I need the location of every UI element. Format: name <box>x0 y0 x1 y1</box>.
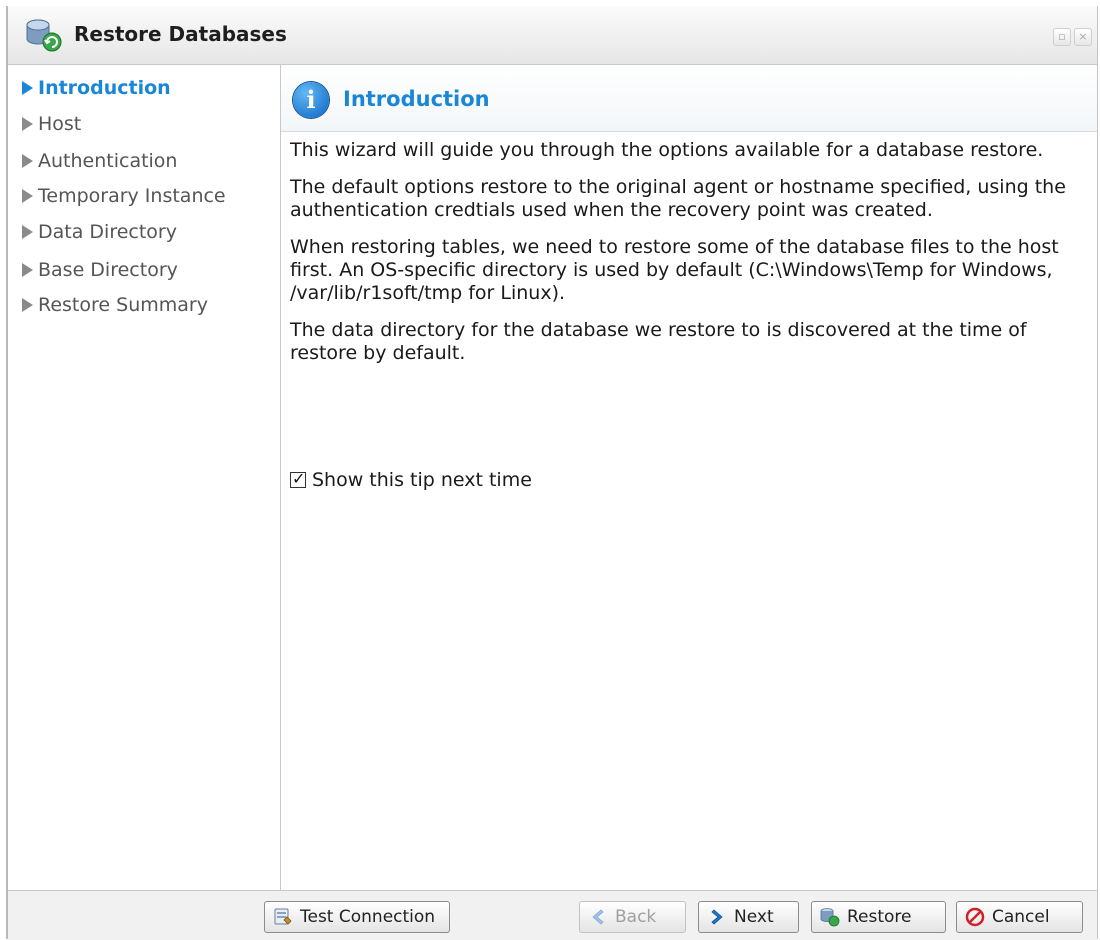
wizard-steps-nav: Introduction Host Authentication Tempora… <box>8 65 281 890</box>
cancel-label: Cancel <box>992 907 1050 927</box>
triangle-right-icon <box>22 117 33 131</box>
window-title: Restore Databases <box>74 22 287 46</box>
triangle-right-icon <box>22 263 33 277</box>
content-header: i Introduction <box>281 65 1097 132</box>
nav-step-authentication[interactable]: Authentication <box>22 150 177 172</box>
nav-step-data-directory[interactable]: Data Directory <box>22 221 177 243</box>
intro-paragraph: This wizard will guide you through the o… <box>290 139 1044 161</box>
title-bar[interactable]: Restore Databases ▫ × <box>8 6 1097 65</box>
database-restore-icon <box>26 19 62 52</box>
back-label: Back <box>615 907 657 927</box>
intro-text: This wizard will guide you through the o… <box>290 139 1080 379</box>
triangle-right-icon <box>22 81 33 95</box>
show-tip-option[interactable]: ✓ Show this tip next time <box>290 469 532 491</box>
test-connection-label: Test Connection <box>300 907 436 927</box>
nav-step-temporary-instance[interactable]: Temporary Instance <box>22 185 226 207</box>
nav-step-host[interactable]: Host <box>22 113 81 135</box>
nav-step-label: Introduction <box>38 77 171 99</box>
nav-step-label: Host <box>38 113 82 135</box>
info-icon: i <box>293 82 329 118</box>
test-connection-button[interactable]: Test Connection <box>264 901 450 933</box>
nav-step-restore-summary[interactable]: Restore Summary <box>22 294 208 316</box>
triangle-right-icon <box>22 154 33 168</box>
triangle-right-icon <box>22 225 33 239</box>
database-restore-icon <box>820 908 840 927</box>
button-bar: Test Connection Back Next Restore Cancel <box>8 890 1097 940</box>
nav-step-label: Restore Summary <box>38 294 208 316</box>
next-button[interactable]: Next <box>698 901 799 933</box>
cancel-button[interactable]: Cancel <box>956 901 1083 933</box>
intro-paragraph: The default options restore to the origi… <box>290 176 1066 221</box>
page-title: Introduction <box>343 87 490 111</box>
nav-step-label: Temporary Instance <box>38 185 226 207</box>
restore-window-button[interactable]: ▫ <box>1053 28 1071 46</box>
show-tip-checkbox[interactable]: ✓ <box>290 469 306 488</box>
triangle-right-icon <box>22 189 33 203</box>
nav-step-label: Authentication <box>38 150 178 172</box>
next-label: Next <box>734 907 774 927</box>
cancel-circle-icon <box>965 907 985 927</box>
nav-step-introduction[interactable]: Introduction <box>22 77 171 99</box>
intro-paragraph: When restoring tables, we need to restor… <box>290 236 1059 304</box>
back-button[interactable]: Back <box>579 901 686 933</box>
nav-step-label: Base Directory <box>38 259 178 281</box>
show-tip-label: Show this tip next time <box>312 469 532 491</box>
arrow-right-icon <box>711 909 723 925</box>
content-panel: i Introduction This wizard will guide yo… <box>281 65 1097 890</box>
triangle-right-icon <box>22 298 33 312</box>
intro-paragraph: The data directory for the database we r… <box>290 319 1027 364</box>
nav-step-base-directory[interactable]: Base Directory <box>22 259 178 281</box>
close-window-button[interactable]: × <box>1074 28 1092 46</box>
arrow-left-icon <box>592 909 604 925</box>
restore-button[interactable]: Restore <box>811 901 946 933</box>
connection-test-icon <box>274 908 292 925</box>
restore-label: Restore <box>847 907 912 927</box>
checkmark-icon: ✓ <box>292 469 306 488</box>
nav-step-label: Data Directory <box>38 221 177 243</box>
restore-databases-window: Restore Databases ▫ × Introduction Host … <box>6 6 1098 940</box>
